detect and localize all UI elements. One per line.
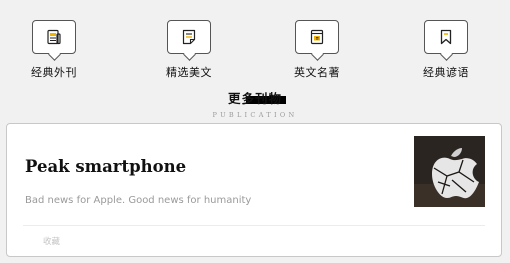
article-icon xyxy=(182,29,196,45)
favorite-button[interactable]: 收藏 xyxy=(43,235,60,247)
category-classic-magazines[interactable]: 经典外刊 xyxy=(14,20,94,80)
category-label: 英文名著 xyxy=(294,66,340,79)
bookmark-icon xyxy=(440,29,452,45)
category-bubble xyxy=(295,20,339,54)
book-icon xyxy=(310,29,324,45)
article-thumbnail[interactable] xyxy=(414,136,485,207)
category-label: 精选美文 xyxy=(166,66,212,79)
category-selected-essays[interactable]: 精选美文 xyxy=(149,20,229,80)
category-english-classics[interactable]: 英文名著 xyxy=(277,20,357,80)
category-row: 经典外刊 精选美文 英文名著 经典谚语 xyxy=(0,20,510,82)
article-description: Bad news for Apple. Good news for humani… xyxy=(25,195,252,206)
cracked-apple-logo-image xyxy=(414,136,485,207)
category-label: 经典外刊 xyxy=(31,66,77,79)
category-bubble xyxy=(424,20,468,54)
category-bubble xyxy=(32,20,76,54)
category-classic-proverbs[interactable]: 经典谚语 xyxy=(406,20,486,80)
card-divider xyxy=(23,225,485,226)
category-label: 经典谚语 xyxy=(423,66,469,79)
category-bubble xyxy=(167,20,211,54)
section-header: 更多刊物 PUBLICATION xyxy=(0,88,510,119)
page: 经典外刊 精选美文 英文名著 经典谚语 更多刊物 PUBLICATION Pea… xyxy=(0,0,510,263)
newspaper-icon xyxy=(47,29,61,45)
article-card[interactable]: Peak smartphone Bad news for Apple. Good… xyxy=(6,123,502,257)
section-title: 更多刊物 xyxy=(226,88,286,107)
article-title[interactable]: Peak smartphone xyxy=(25,157,186,176)
section-subtitle: PUBLICATION xyxy=(212,111,298,119)
